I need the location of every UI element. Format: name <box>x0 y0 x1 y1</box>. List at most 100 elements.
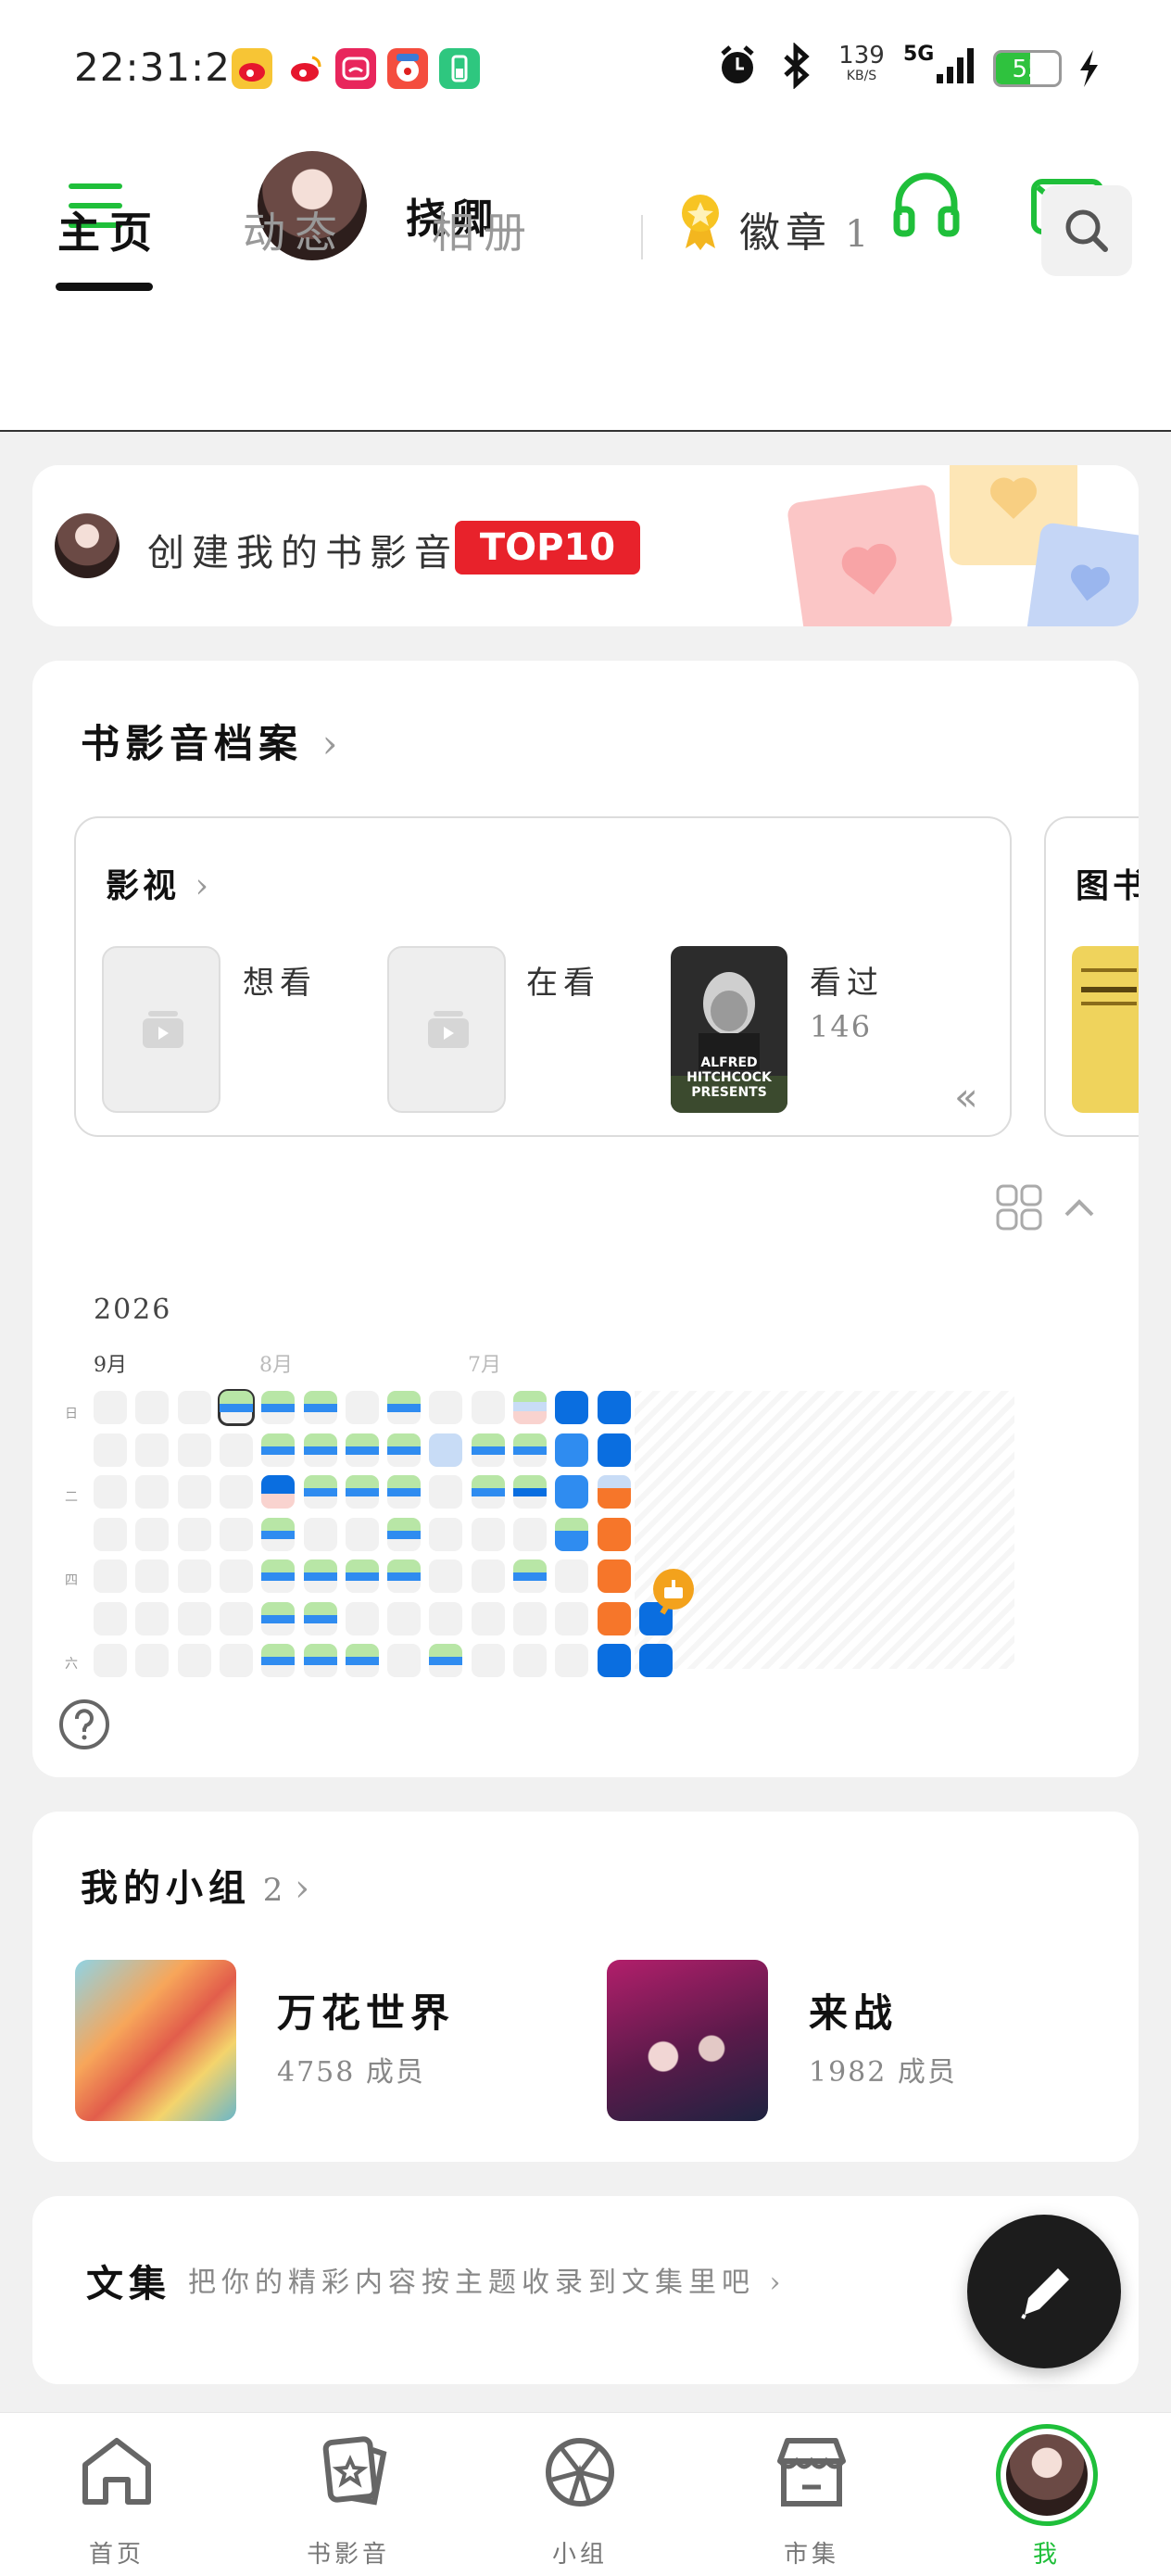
calendar-day-cell[interactable] <box>177 1475 211 1509</box>
calendar-day-cell[interactable] <box>429 1475 463 1509</box>
calendar-day-cell[interactable] <box>471 1433 505 1467</box>
calendar-day-cell[interactable] <box>135 1433 170 1467</box>
calendar-day-cell[interactable] <box>387 1475 422 1509</box>
calendar-day-cell[interactable] <box>513 1517 547 1551</box>
calendar-day-cell[interactable] <box>94 1601 127 1635</box>
calendar-day-cell[interactable] <box>597 1601 631 1635</box>
compose-button[interactable] <box>967 2215 1121 2368</box>
calendar-day-cell[interactable] <box>135 1559 170 1593</box>
watched-poster[interactable]: ALFRED HITCHCOCK PRESENTS <box>671 946 787 1113</box>
calendar-day-cell[interactable] <box>597 1475 631 1509</box>
calendar-day-cell[interactable] <box>261 1517 296 1551</box>
calendar-day-cell[interactable] <box>94 1433 127 1467</box>
calendar-day-cell[interactable] <box>597 1433 631 1467</box>
calendar-day-cell[interactable] <box>345 1559 379 1593</box>
calendar-day-cell[interactable] <box>345 1517 379 1551</box>
calendar-day-cell[interactable] <box>345 1644 379 1677</box>
nav-market[interactable]: 市集 <box>719 2413 904 2576</box>
calendar-day-cell[interactable] <box>135 1517 170 1551</box>
calendar-day-cell[interactable] <box>471 1559 505 1593</box>
calendar-day-cell[interactable] <box>597 1644 631 1677</box>
calendar-day-cell[interactable] <box>471 1391 505 1424</box>
calendar-day-cell[interactable] <box>303 1475 337 1509</box>
calendar-day-cell[interactable] <box>513 1475 547 1509</box>
calendar-day-cell[interactable] <box>135 1391 170 1424</box>
calendar-day-cell[interactable] <box>261 1644 296 1677</box>
calendar-day-cell[interactable] <box>387 1644 422 1677</box>
calendar-day-cell[interactable] <box>94 1475 127 1509</box>
calendar-day-cell[interactable] <box>217 1389 255 1426</box>
archive-title[interactable]: 书影音档案 › <box>81 713 343 769</box>
calendar-day-cell[interactable] <box>177 1644 211 1677</box>
calendar-day-cell[interactable] <box>94 1559 127 1593</box>
calendar-day-cell[interactable] <box>303 1433 337 1467</box>
tab-home[interactable]: 主页 <box>57 199 161 260</box>
calendar-day-cell[interactable] <box>471 1475 505 1509</box>
calendar-day-cell[interactable] <box>177 1391 211 1424</box>
calendar-day-cell[interactable] <box>135 1601 170 1635</box>
calendar-day-cell[interactable] <box>345 1475 379 1509</box>
calendar-day-cell[interactable] <box>94 1391 127 1424</box>
calendar-day-cell[interactable] <box>387 1391 422 1424</box>
calendar-day-cell[interactable] <box>94 1644 127 1677</box>
headphones-icon[interactable] <box>889 169 963 246</box>
nav-groups[interactable]: 小组 <box>487 2413 673 2576</box>
group-item[interactable]: 来战 1982 成员 <box>607 1960 1089 2123</box>
calendar-day-cell[interactable] <box>597 1559 631 1593</box>
calendar-day-cell[interactable] <box>429 1559 463 1593</box>
tab-album[interactable]: 相册 <box>432 199 535 260</box>
calendar-day-cell[interactable] <box>555 1391 589 1424</box>
calendar-day-cell[interactable] <box>429 1391 463 1424</box>
calendar-day-cell[interactable] <box>219 1644 253 1677</box>
calendar-day-cell[interactable] <box>597 1391 631 1424</box>
calendar-day-cell[interactable] <box>387 1559 422 1593</box>
books-panel[interactable]: 图书 <box>1044 816 1139 1137</box>
calendar-day-cell[interactable] <box>345 1601 379 1635</box>
calendar-day-cell[interactable] <box>513 1433 547 1467</box>
calendar-day-cell[interactable] <box>555 1601 589 1635</box>
calendar-day-cell[interactable] <box>597 1517 631 1551</box>
calendar-day-cell[interactable] <box>94 1517 127 1551</box>
chevron-up-icon[interactable] <box>1061 1191 1098 1228</box>
search-button[interactable] <box>1041 185 1132 276</box>
book-cover[interactable] <box>1072 946 1139 1113</box>
calendar-day-cell[interactable] <box>345 1391 379 1424</box>
calendar-day-cell[interactable] <box>261 1559 296 1593</box>
calendar-day-cell[interactable] <box>219 1559 253 1593</box>
calendar-day-cell[interactable] <box>177 1517 211 1551</box>
calendar-day-cell[interactable] <box>429 1433 463 1467</box>
calendar-day-cell[interactable] <box>555 1517 589 1551</box>
calendar-day-cell[interactable] <box>261 1391 296 1424</box>
calendar-day-cell[interactable] <box>387 1517 422 1551</box>
calendar-day-cell[interactable] <box>555 1475 589 1509</box>
calendar-day-cell[interactable] <box>219 1433 253 1467</box>
calendar-day-cell[interactable] <box>261 1601 296 1635</box>
calendar-day-cell[interactable] <box>471 1601 505 1635</box>
calendar-day-cell[interactable] <box>219 1601 253 1635</box>
calendar-day-cell[interactable] <box>555 1644 589 1677</box>
calendar-day-cell[interactable] <box>345 1433 379 1467</box>
nav-me[interactable]: 我 <box>954 2413 1140 2576</box>
watching-placeholder[interactable] <box>387 946 506 1113</box>
want-placeholder[interactable] <box>102 946 220 1113</box>
calendar-day-cell[interactable] <box>555 1559 589 1593</box>
help-icon[interactable] <box>57 1697 112 1756</box>
calendar-day-cell[interactable] <box>303 1559 337 1593</box>
calendar-day-cell[interactable] <box>513 1644 547 1677</box>
calendar-day-cell[interactable] <box>513 1559 547 1593</box>
calendar-day-cell[interactable] <box>177 1601 211 1635</box>
calendar-day-cell[interactable] <box>261 1475 296 1509</box>
calendar-day-cell[interactable] <box>177 1559 211 1593</box>
groups-title[interactable]: 我的小组 2 › <box>81 1858 309 1912</box>
group-item[interactable]: 万花世界 4758 成员 <box>75 1960 557 2123</box>
calendar-day-cell[interactable] <box>219 1517 253 1551</box>
movies-panel[interactable]: 影视 › 想看 在看 ALFRED HITCHCOCK PRESENTS 看过 … <box>74 816 1012 1137</box>
view-grid-icon[interactable] <box>996 1184 1042 1234</box>
calendar-day-cell[interactable] <box>303 1644 337 1677</box>
calendar-day-cell[interactable] <box>429 1517 463 1551</box>
movies-title[interactable]: 影视 › <box>106 859 212 907</box>
tab-feed[interactable]: 动态 <box>243 199 346 260</box>
calendar-day-cell[interactable] <box>219 1475 253 1509</box>
calendar-day-cell[interactable] <box>135 1644 170 1677</box>
calendar-day-cell[interactable] <box>471 1644 505 1677</box>
